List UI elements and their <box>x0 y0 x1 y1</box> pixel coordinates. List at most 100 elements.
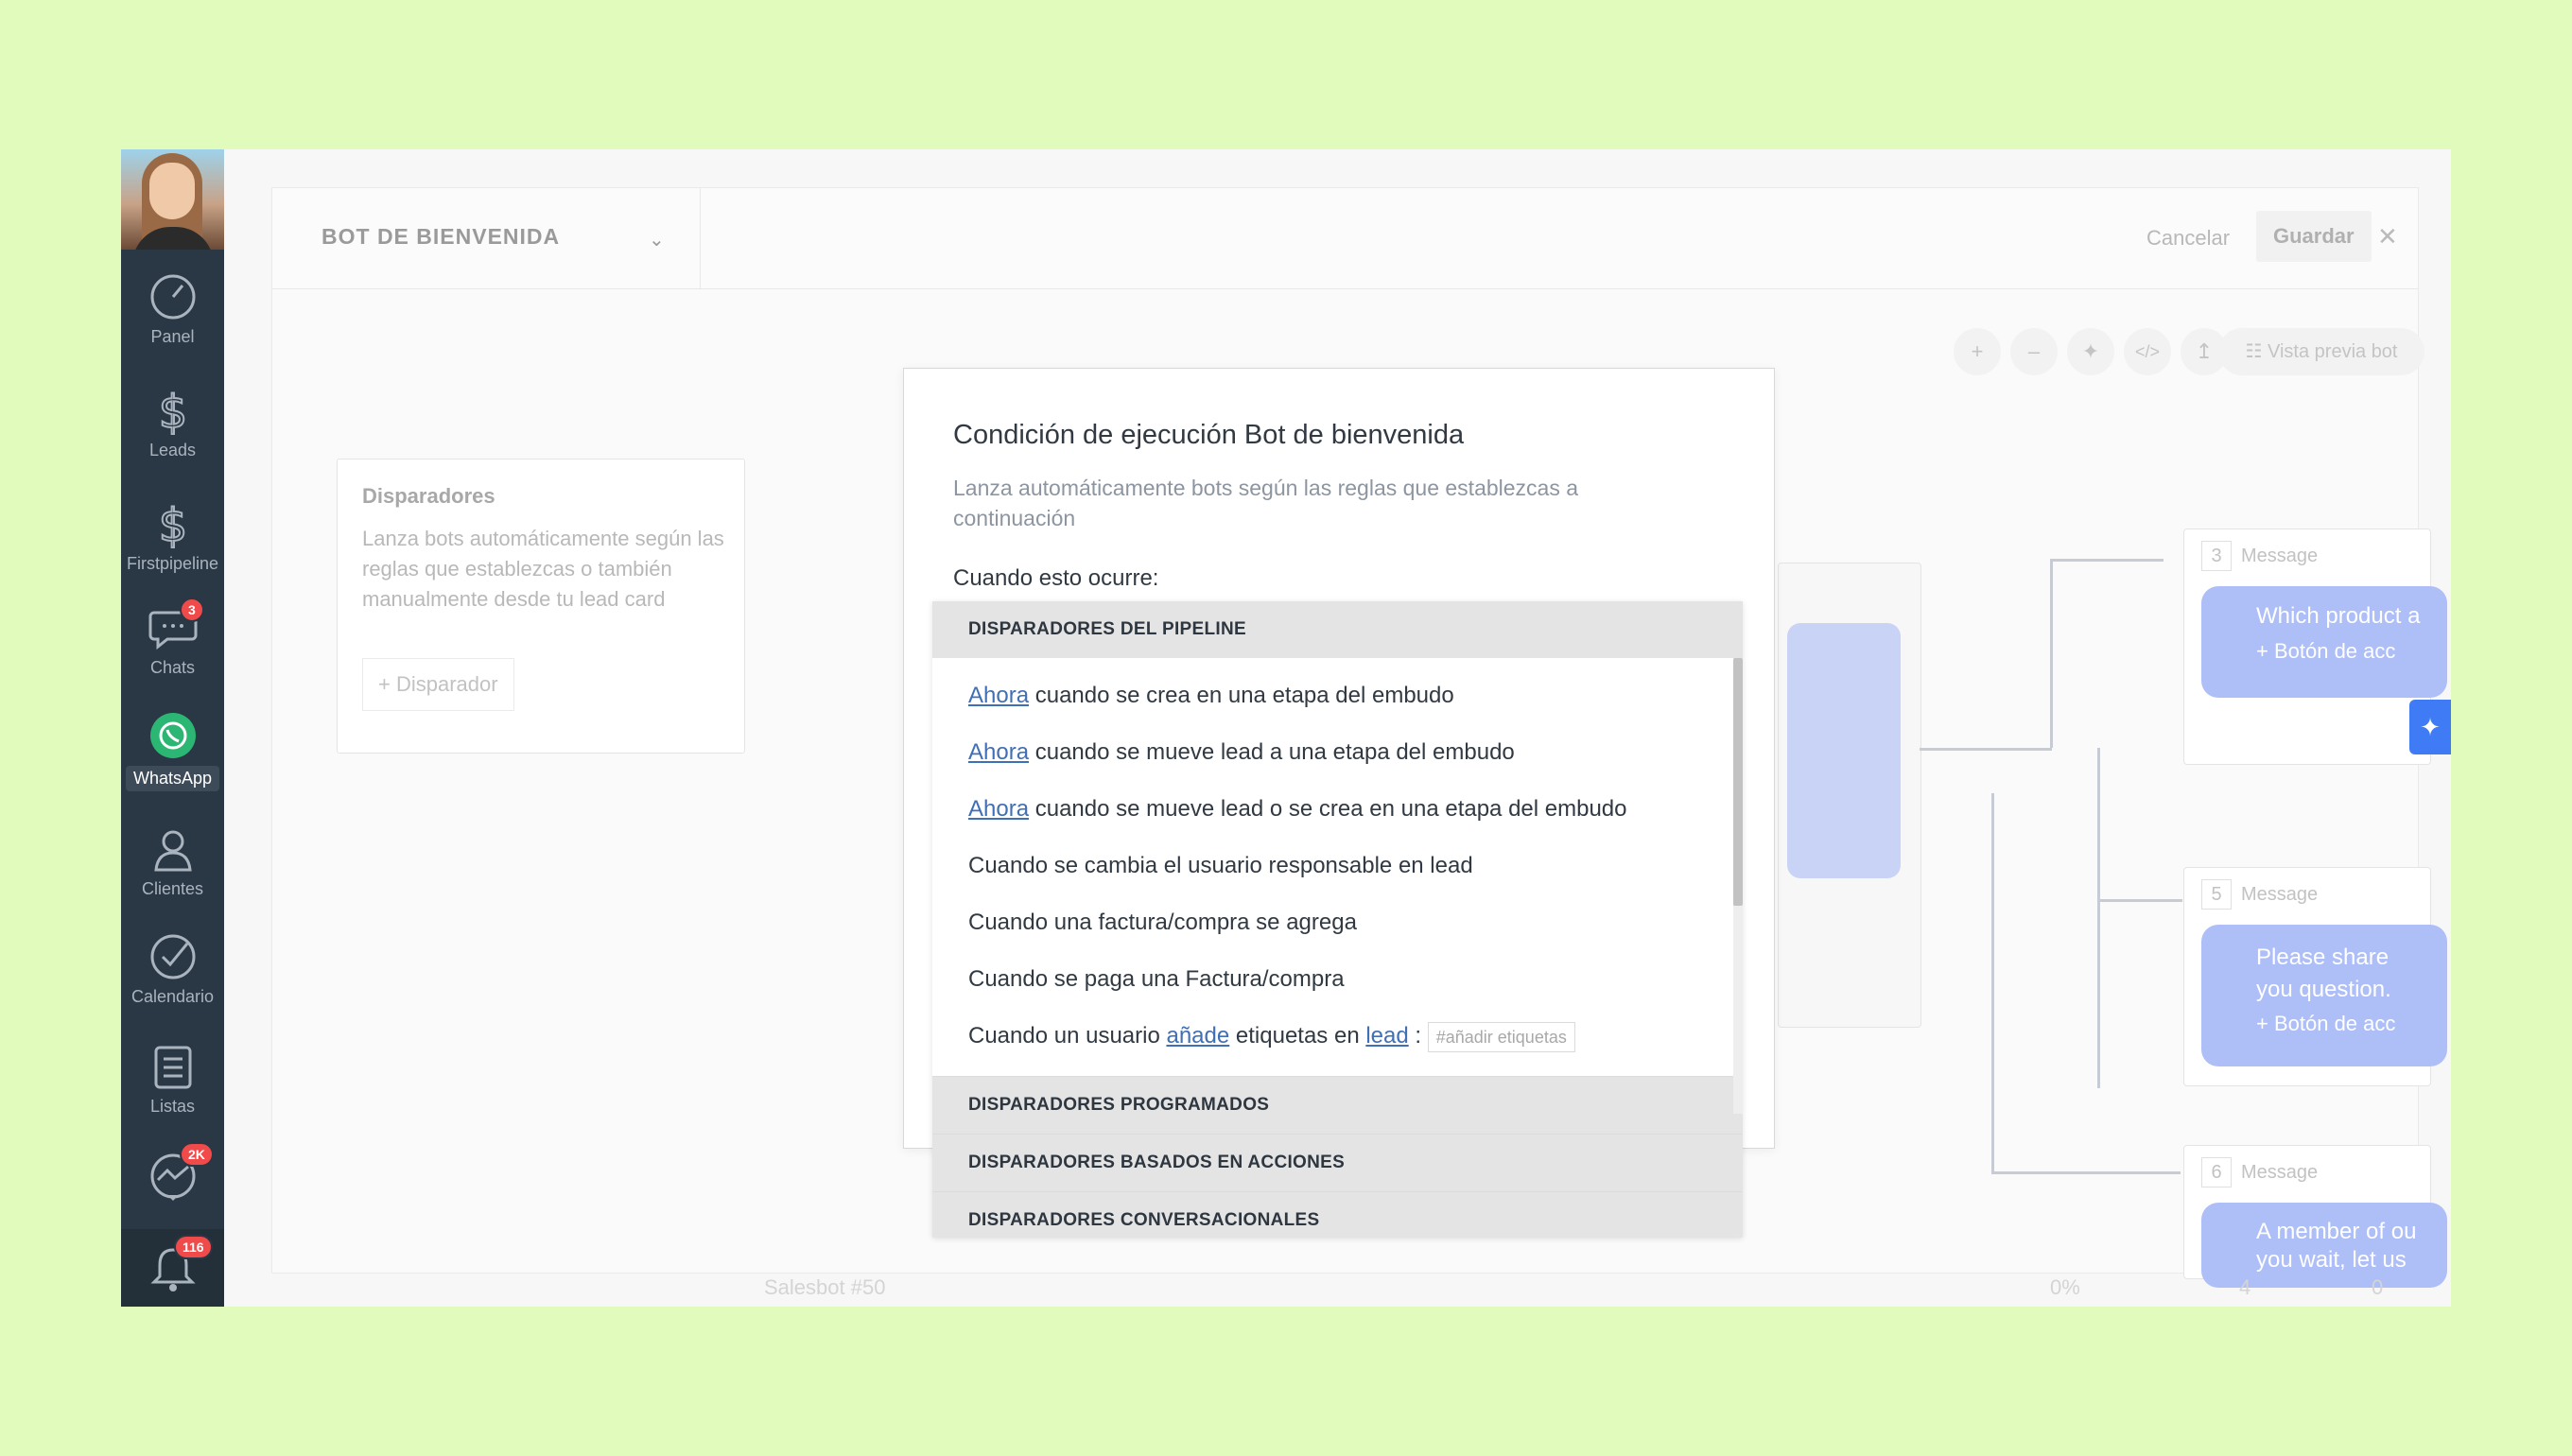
triggers-title: Disparadores <box>362 484 495 508</box>
code-icon[interactable]: </> <box>2124 328 2171 375</box>
trigger-option[interactable]: Ahora cuando se mueve lead a una etapa d… <box>932 724 1743 781</box>
tags-input[interactable]: #añadir etiquetas <box>1427 1021 1575 1052</box>
action-button-link[interactable]: + Botón de acc <box>2201 1006 2447 1036</box>
bot-row-count: 4 <box>2239 1275 2251 1299</box>
trigger-option[interactable]: Cuando se paga una Factura/compra <box>932 951 1743 1008</box>
sidebar-item-label: Calendario <box>130 987 215 1006</box>
sidebar-item-label: Panel <box>150 327 195 346</box>
connector-line <box>2050 559 2053 748</box>
trigger-option-text: cuando se mueve lead a una etapa del emb… <box>1029 739 1515 765</box>
sidebar-item-chats[interactable]: Chats 3 <box>121 598 224 678</box>
triggers-description: Lanza bots automáticamente según las reg… <box>362 527 724 611</box>
sidebar-item-stats[interactable]: 2K <box>121 1142 224 1206</box>
connector-line <box>1991 793 1994 1171</box>
bot-name[interactable]: BOT DE BIENVENIDA <box>322 224 560 250</box>
add-trigger-button[interactable]: + Disparador <box>362 658 514 711</box>
speedometer-icon <box>150 274 195 320</box>
message-node-5[interactable]: 5 Message Please share you question. + Bo… <box>2183 867 2447 1086</box>
sidebar-item-firstpipeline[interactable]: $ Firstpipeline <box>121 499 224 574</box>
sidebar-item-calendario[interactable]: Calendario <box>121 932 224 1007</box>
message-text: A member of ou you wait, let us <box>2256 1219 2417 1273</box>
connector-line <box>1991 1171 2181 1174</box>
bot-row-name: Salesbot #50 <box>764 1275 886 1299</box>
sidebar-item-whatsapp[interactable]: WhatsApp <box>121 711 224 791</box>
sidebar-item-leads[interactable]: $ Leads <box>121 386 224 460</box>
timing-link[interactable]: Ahora <box>968 796 1029 822</box>
dollar-icon: $ <box>157 499 188 548</box>
sidebar-item-label: Chats <box>149 658 196 677</box>
dollar-icon: $ <box>157 386 188 435</box>
trigger-dropdown: DISPARADORES DEL PIPELINE Ahora cuando s… <box>932 601 1743 1238</box>
action-link[interactable]: añade <box>1166 1023 1229 1049</box>
divider <box>700 188 701 288</box>
trigger-option[interactable]: Cuando se cambia el usuario responsable … <box>932 838 1743 894</box>
zoom-in-icon[interactable]: + <box>1954 328 2001 375</box>
chats-badge: 3 <box>180 598 204 622</box>
bot-row-count: 0 <box>2372 1275 2384 1299</box>
sidebar-item-label: WhatsApp <box>125 766 220 791</box>
contacts-icon <box>153 830 192 872</box>
flow-node-body <box>1787 623 1901 878</box>
message-node-header: 3 Message <box>2201 541 2318 571</box>
action-button-link[interactable]: + Botón de acc <box>2201 630 2447 664</box>
zoom-out-icon[interactable]: – <box>2010 328 2058 375</box>
list-icon <box>154 1046 191 1089</box>
connector-line <box>2097 748 2100 1088</box>
magic-wand-icon[interactable]: ✦ <box>2067 328 2114 375</box>
trigger-option-text: etiquetas en <box>1229 1023 1366 1049</box>
trigger-option-text: Cuando se paga una Factura/compra <box>968 966 1345 992</box>
when-label: Cuando esto ocurre: <box>953 565 1159 591</box>
trigger-option[interactable]: Ahora cuando se crea en una etapa del em… <box>932 667 1743 724</box>
trigger-option[interactable]: Ahora cuando se mueve lead o se crea en … <box>932 781 1743 838</box>
section-conversational-triggers[interactable]: DISPARADORES CONVERSACIONALES <box>932 1191 1743 1238</box>
notifications-badge: 116 <box>174 1235 213 1259</box>
ai-assistant-button[interactable]: ✦ <box>2409 700 2451 754</box>
stats-badge: 2K <box>180 1142 214 1167</box>
section-action-triggers[interactable]: DISPARADORES BASADOS EN ACCIONES <box>932 1134 1743 1191</box>
trigger-option[interactable]: Cuando un usuario añade etiquetas en lea… <box>932 1008 1743 1065</box>
editor-topbar: BOT DE BIENVENIDA ⌄ Cancelar Guardar ✕ <box>272 188 2418 289</box>
modal-subtitle: Lanza automáticamente bots según las reg… <box>953 476 1579 530</box>
whatsapp-icon <box>149 713 196 758</box>
svg-text:$: $ <box>158 386 187 435</box>
user-avatar[interactable] <box>121 149 224 250</box>
scrollbar-thumb[interactable] <box>1733 658 1743 906</box>
trigger-option-text: : <box>1408 1023 1422 1049</box>
message-text: Please share you question. <box>2256 945 2391 1002</box>
timing-link[interactable]: Ahora <box>968 739 1029 765</box>
message-bubble: Which product a + Botón de acc <box>2201 586 2447 698</box>
svg-text:$: $ <box>158 499 187 548</box>
save-button[interactable]: Guardar <box>2256 211 2372 262</box>
check-circle-icon <box>150 934 195 979</box>
sidebar-item-notifications[interactable]: 116 <box>121 1229 224 1307</box>
close-icon[interactable]: ✕ <box>2377 222 2398 251</box>
trigger-option-text: cuando se crea en una etapa del embudo <box>1029 683 1454 708</box>
pipeline-trigger-list: Ahora cuando se crea en una etapa del em… <box>932 658 1743 1114</box>
left-sidebar: Panel $ Leads $ Firstpipeline Chats 3 Wh… <box>121 149 224 1307</box>
trigger-option-text: Cuando se cambia el usuario responsable … <box>968 853 1473 878</box>
message-node-header: 6 Message <box>2201 1157 2318 1187</box>
cancel-button[interactable]: Cancelar <box>2146 226 2230 251</box>
section-scheduled-triggers[interactable]: DISPARADORES PROGRAMADOS <box>932 1076 1743 1134</box>
connector-line <box>2097 899 2182 902</box>
scrollbar[interactable] <box>1733 658 1743 1114</box>
sidebar-item-clientes[interactable]: Clientes <box>121 824 224 899</box>
sidebar-item-listas[interactable]: Listas <box>121 1042 224 1117</box>
sidebar-item-panel[interactable]: Panel <box>121 272 224 347</box>
message-text: Which product a <box>2256 603 2421 629</box>
sidebar-item-label: Firstpipeline <box>126 554 219 573</box>
sidebar-item-label: Listas <box>149 1097 196 1116</box>
preview-bot-label: Vista previa bot <box>2268 341 2398 362</box>
sidebar-item-label: Leads <box>148 441 197 459</box>
chevron-down-icon[interactable]: ⌄ <box>649 228 665 251</box>
message-bubble: Please share you question. + Botón de ac… <box>2201 925 2447 1066</box>
message-node-6[interactable]: 6 Message A member of ou you wait, let us <box>2183 1145 2447 1288</box>
preview-bot-button[interactable]: ☷ Vista previa bot <box>2218 328 2424 375</box>
trigger-option[interactable]: Cuando una factura/compra se agrega <box>932 894 1743 951</box>
section-pipeline-triggers[interactable]: DISPARADORES DEL PIPELINE <box>932 601 1743 658</box>
timing-link[interactable]: Ahora <box>968 683 1029 708</box>
message-node-3[interactable]: 3 Message Which product a + Botón de acc <box>2183 529 2447 765</box>
message-node-header: 5 Message <box>2201 879 2318 910</box>
entity-link[interactable]: lead <box>1365 1023 1408 1049</box>
trigger-option-text: Cuando una factura/compra se agrega <box>968 910 1357 935</box>
